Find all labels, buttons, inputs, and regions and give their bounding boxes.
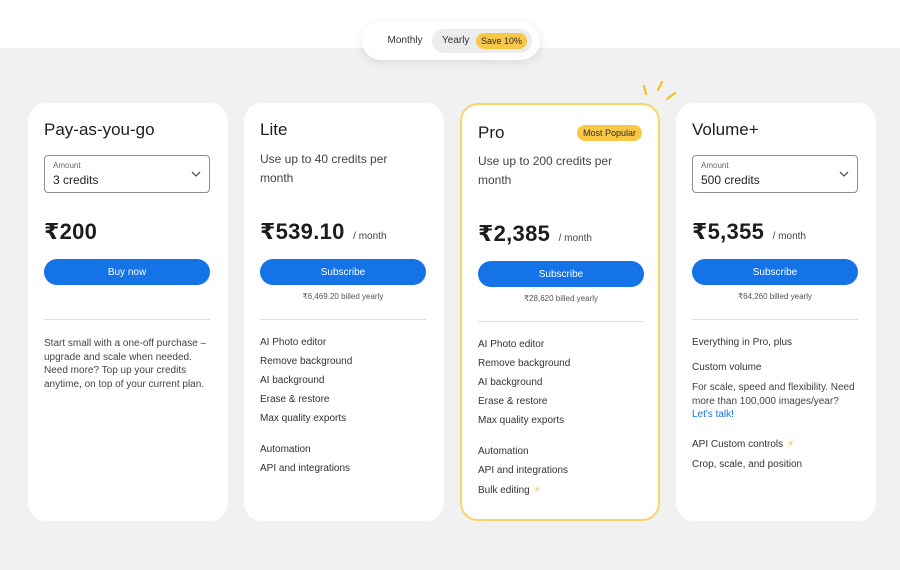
divider: [260, 319, 426, 320]
subscribe-button[interactable]: Subscribe: [478, 261, 644, 287]
plan-card-payg: Pay-as-you-go Amount 3 credits ₹200 Buy …: [28, 103, 228, 521]
amount-select[interactable]: Amount 3 credits: [44, 155, 210, 193]
lightning-icon: ⚡: [787, 439, 795, 450]
amount-label: Amount: [701, 161, 729, 170]
feature-item: AI background: [260, 375, 325, 386]
amount-label: Amount: [53, 161, 81, 170]
feature-section-title: Automation: [260, 444, 311, 455]
amount-select[interactable]: Amount 500 credits: [692, 155, 858, 193]
custom-volume-title: Custom volume: [692, 362, 762, 373]
feature-item: API and integrations: [478, 465, 569, 476]
price-row: ₹5,355 / month: [692, 219, 806, 245]
price: ₹539.10: [260, 219, 345, 244]
monthly-option[interactable]: Monthly: [372, 29, 438, 53]
feature-item: AI Photo editor: [478, 339, 545, 350]
billed-yearly: ₹6,469.20 billed yearly: [302, 292, 384, 301]
plan-title: Volume+: [692, 120, 759, 139]
price-period: / month: [558, 233, 592, 244]
plan-intro: Everything in Pro, plus: [692, 337, 793, 348]
plan-title: Lite: [260, 120, 288, 139]
lightning-icon: ⚡: [533, 485, 541, 496]
plan-description: Use up to 40 credits per month: [260, 152, 388, 185]
amount-value: 3 credits: [53, 173, 99, 187]
amount-value: 500 credits: [701, 173, 760, 187]
api-controls-label: API Custom controls: [692, 439, 784, 450]
price-row: ₹539.10 / month: [260, 219, 387, 245]
feature-item-bulk: Bulk editing ⚡: [478, 485, 541, 496]
subscribe-button[interactable]: Subscribe: [260, 259, 426, 285]
feature-item: AI Photo editor: [260, 337, 327, 348]
divider: [692, 319, 858, 320]
price: ₹2,385: [478, 221, 551, 246]
feature-item: Max quality exports: [478, 415, 565, 426]
plan-blurb: Start small with a one-off purchase – up…: [44, 338, 207, 390]
divider: [44, 319, 210, 320]
plan-title: Pro: [478, 123, 505, 142]
divider: [478, 321, 644, 322]
feature-item: API and integrations: [260, 463, 351, 474]
price: ₹5,355: [692, 219, 765, 244]
price-period: / month: [353, 231, 387, 242]
chevron-down-icon: [191, 171, 201, 177]
feature-section-title: Automation: [478, 446, 529, 457]
buy-now-button[interactable]: Buy now: [44, 259, 210, 285]
feature-item: Erase & restore: [478, 396, 548, 407]
price-period: / month: [772, 231, 806, 242]
feature-item: Erase & restore: [260, 394, 330, 405]
custom-volume-desc: For scale, speed and flexibility. Need m…: [692, 382, 855, 407]
price-row: ₹2,385 / month: [478, 221, 592, 247]
feature-item: Remove background: [260, 356, 353, 367]
most-popular-badge: Most Popular: [576, 125, 642, 141]
plan-card-volume: Volume+ Amount 500 credits ₹5,355 / mont…: [676, 103, 876, 521]
yearly-option[interactable]: Yearly Save 10%: [432, 29, 532, 53]
price: ₹200: [44, 219, 98, 244]
billed-yearly: ₹28,620 billed yearly: [523, 294, 599, 303]
sparkle-icon: [642, 80, 677, 101]
plan-title: Pay-as-you-go: [44, 120, 155, 139]
price-row: ₹200: [44, 219, 97, 245]
feature-label: Bulk editing: [478, 485, 530, 496]
plan-card-pro: Pro Most Popular Use up to 200 credits p…: [460, 103, 660, 521]
feature-item: Remove background: [478, 358, 571, 369]
chevron-down-icon: [839, 171, 849, 177]
api-controls-item: API Custom controls ⚡: [692, 439, 794, 450]
yearly-label: Yearly: [442, 35, 470, 46]
custom-volume-text: For scale, speed and flexibility. Need m…: [692, 381, 860, 422]
plan-card-lite: Lite Use up to 40 credits per month ₹539…: [244, 103, 444, 521]
billed-yearly: ₹64,260 billed yearly: [737, 292, 813, 301]
api-controls-text: Crop, scale, and position: [692, 459, 803, 470]
plan-description: Use up to 200 credits per month: [478, 154, 613, 187]
save-badge: Save 10%: [476, 33, 528, 49]
billing-toggle: Monthly Yearly Save 10%: [362, 22, 540, 60]
feature-item: AI background: [478, 377, 543, 388]
lets-talk-link[interactable]: Let's talk!: [692, 409, 734, 420]
feature-item: Max quality exports: [260, 413, 347, 424]
subscribe-button[interactable]: Subscribe: [692, 259, 858, 285]
